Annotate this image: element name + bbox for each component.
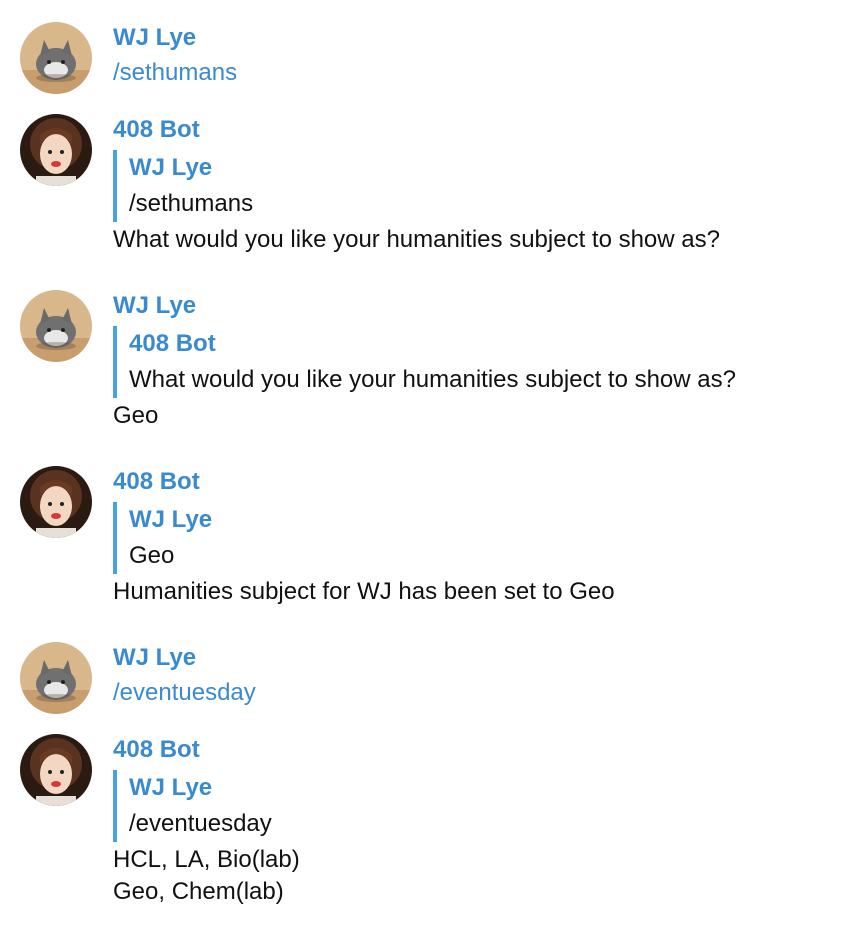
reply-text: What would you like your humanities subj… <box>129 366 736 393</box>
cat-avatar-icon[interactable] <box>20 22 92 94</box>
chat-history: WJ Lye /sethumans 408 Bot WJ Lye /sethum… <box>0 0 842 940</box>
reply-quote[interactable]: 408 Bot What would you like your humanit… <box>113 326 832 398</box>
message-text: What would you like your humanities subj… <box>113 226 720 253</box>
doll-avatar-icon[interactable] <box>20 466 92 538</box>
sender-name[interactable]: WJ Lye <box>113 640 832 676</box>
sender-name[interactable]: WJ Lye <box>113 20 832 56</box>
sender-name[interactable]: 408 Bot <box>113 112 832 148</box>
reply-sender-name: WJ Lye <box>129 506 213 533</box>
message-text-line: Geo, Chem(lab) <box>113 878 284 905</box>
message-text: Humanities subject for WJ has been set t… <box>113 578 615 605</box>
reply-text: /eventuesday <box>129 810 272 837</box>
doll-avatar-icon[interactable] <box>20 114 92 186</box>
bot-command-link[interactable]: /eventuesday <box>113 676 832 710</box>
sender-name[interactable]: 408 Bot <box>113 732 832 768</box>
message-text-line: HCL, LA, Bio(lab) <box>113 846 300 873</box>
cat-avatar-icon[interactable] <box>20 642 92 714</box>
doll-avatar-icon[interactable] <box>20 734 92 806</box>
reply-text: Geo <box>129 542 175 569</box>
reply-text: /sethumans <box>129 190 254 217</box>
reply-sender-name: WJ Lye <box>129 774 213 801</box>
reply-quote[interactable]: WJ Lye Geo <box>113 502 832 574</box>
reply-sender-name: WJ Lye <box>129 154 213 181</box>
message-text: Geo <box>113 402 159 429</box>
reply-sender-name: 408 Bot <box>129 330 216 357</box>
cat-avatar-icon[interactable] <box>20 290 92 362</box>
sender-name[interactable]: 408 Bot <box>113 464 832 500</box>
sender-name[interactable]: WJ Lye <box>113 288 832 324</box>
bot-command-link[interactable]: /sethumans <box>113 56 832 90</box>
reply-quote[interactable]: WJ Lye /sethumans <box>113 150 832 222</box>
reply-quote[interactable]: WJ Lye /eventuesday <box>113 770 832 842</box>
